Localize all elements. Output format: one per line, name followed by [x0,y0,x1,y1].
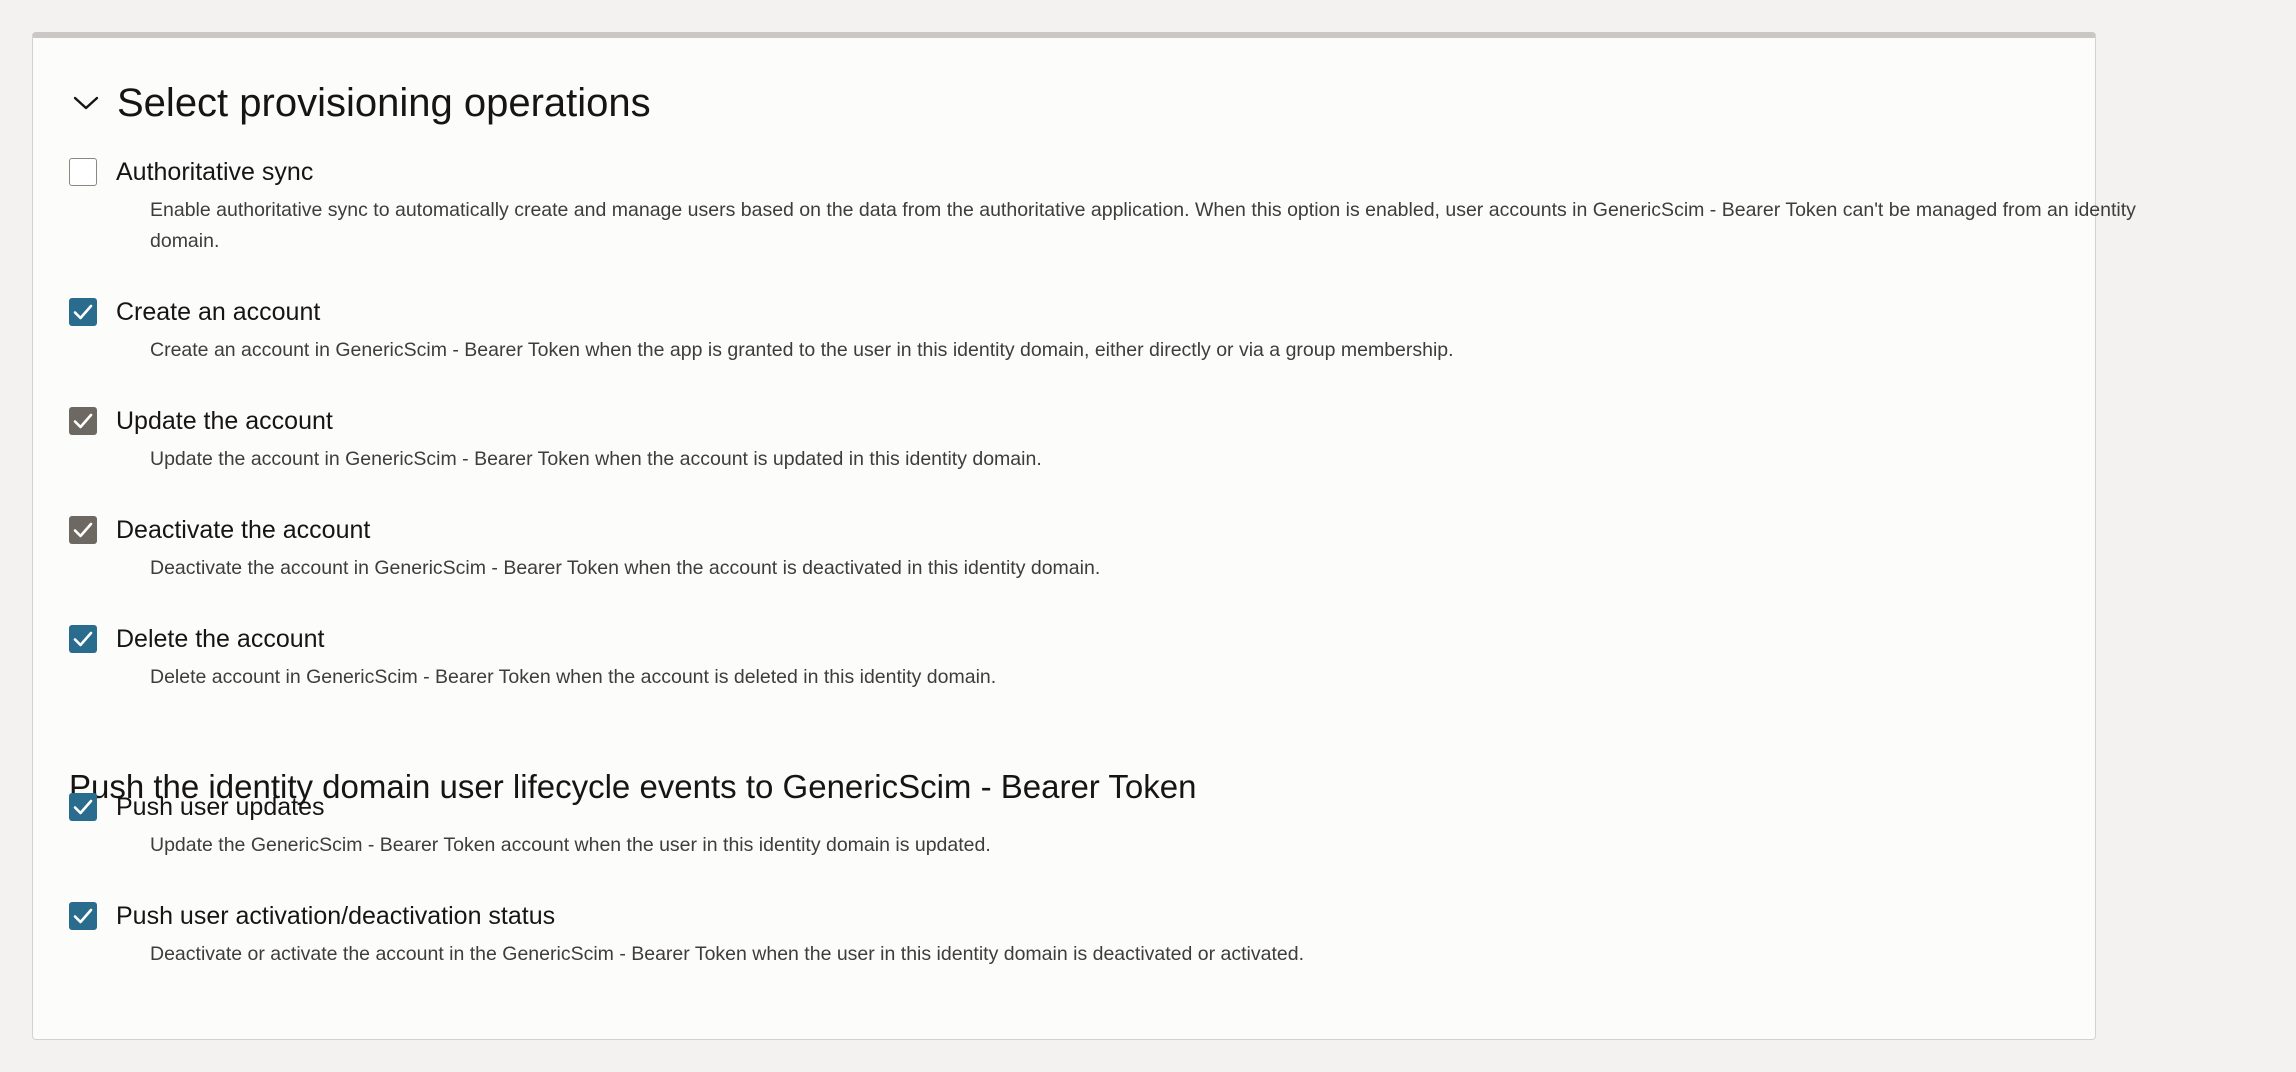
option-label: Push user updates [116,792,325,821]
option-label: Authoritative sync [116,157,314,186]
option-label: Create an account [116,297,321,326]
option-delete-account: Delete the account Delete account in Gen… [69,622,2149,693]
checkmark-icon [73,304,93,320]
option-description: Create an account in GenericScim - Beare… [150,339,1454,361]
create-account-checkbox[interactable] [69,298,97,326]
section-header[interactable]: Select provisioning operations [69,76,651,130]
deactivate-account-checkbox[interactable] [69,516,97,544]
checkmark-icon [73,799,93,815]
option-description: Enable authoritative sync to automatical… [150,199,2136,252]
push-activation-status-checkbox[interactable] [69,902,97,930]
option-description: Delete account in GenericScim - Bearer T… [150,666,997,688]
option-update-account: Update the account Update the account in… [69,404,2149,475]
option-description: Deactivate or activate the account in th… [150,943,1304,965]
option-push-user-updates: Push user updates Update the GenericScim… [69,790,2149,861]
checkmark-icon [73,413,93,429]
option-label: Push user activation/deactivation status [116,901,556,930]
checkmark-icon [73,631,93,647]
option-description: Update the account in GenericScim - Bear… [150,448,1042,470]
option-description: Deactivate the account in GenericScim - … [150,557,1101,579]
option-push-activation-status: Push user activation/deactivation status… [69,899,2149,970]
authoritative-sync-checkbox[interactable] [69,158,97,186]
option-description: Update the GenericScim - Bearer Token ac… [150,834,991,856]
push-user-updates-checkbox[interactable] [69,793,97,821]
option-authoritative-sync: Authoritative sync Enable authoritative … [69,155,2149,257]
delete-account-checkbox[interactable] [69,625,97,653]
option-label: Update the account [116,406,333,435]
update-account-checkbox[interactable] [69,407,97,435]
option-deactivate-account: Deactivate the account Deactivate the ac… [69,513,2149,584]
section-title: Select provisioning operations [117,80,651,125]
checkmark-icon [73,522,93,538]
option-label: Delete the account [116,624,325,653]
chevron-down-icon[interactable] [69,86,103,120]
provisioning-panel: Select provisioning operations Authorita… [32,32,2136,1040]
option-create-account: Create an account Create an account in G… [69,295,2149,366]
checkmark-icon [73,908,93,924]
option-label: Deactivate the account [116,515,371,544]
